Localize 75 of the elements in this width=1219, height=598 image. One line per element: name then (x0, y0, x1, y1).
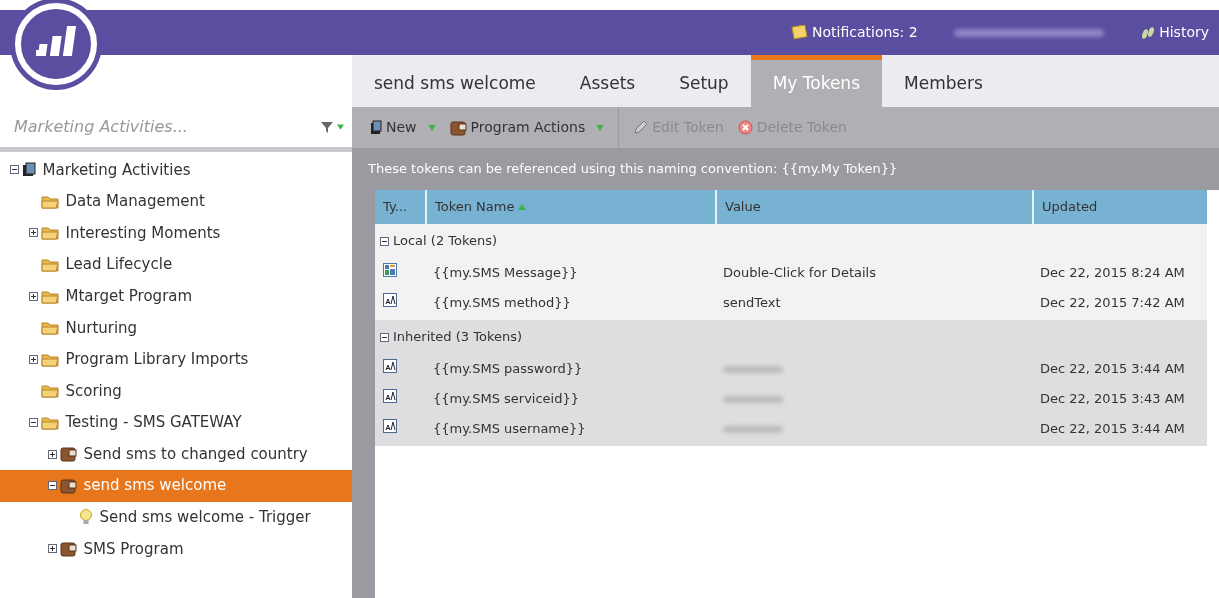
caret-icon (596, 124, 605, 131)
tab[interactable]: Assets (557, 55, 658, 107)
lightbulb-icon (79, 508, 93, 526)
column-header[interactable]: Ty... (375, 190, 425, 224)
folder-icon (41, 193, 59, 209)
folder-icon (41, 288, 59, 304)
tab[interactable]: Members (882, 55, 1005, 107)
folder-icon (41, 320, 59, 336)
grid-document-icon (383, 263, 397, 278)
table-cell: Double-Click for Details (723, 265, 876, 281)
tree-item[interactable]: Mtarget Program (0, 280, 352, 312)
text-document-icon (383, 389, 397, 404)
folder-icon (41, 225, 59, 241)
folder-icon (41, 415, 59, 431)
briefcase-icon (60, 540, 77, 557)
tree-item[interactable]: Lead Lifecycle (0, 248, 352, 281)
tab[interactable]: send sms welcome (352, 55, 558, 107)
tab[interactable]: Setup (657, 55, 751, 107)
info-text: These tokens can be referenced using this naming convention: {{my.My Token}} (352, 148, 1219, 190)
tree-item[interactable]: SMS Program (0, 533, 352, 565)
collapse-icon[interactable] (29, 418, 38, 428)
table-cell: {{my.SMS password}} (433, 361, 583, 377)
book-icon (370, 120, 382, 135)
collapse-icon[interactable] (380, 332, 389, 342)
sort-icon (518, 204, 526, 210)
table-cell: sendText (723, 295, 781, 311)
table-cell: {{my.SMS serviceid}} (433, 391, 579, 407)
collapse-icon[interactable] (48, 481, 57, 491)
group-label: Inherited (3 Tokens) (393, 328, 523, 347)
table-cell: Dec 22, 2015 8:24 AM (1040, 265, 1185, 281)
briefcase-icon (60, 477, 77, 494)
collapse-icon[interactable] (380, 236, 389, 246)
collapse-icon[interactable] (10, 165, 19, 175)
tree-item[interactable]: Program Library Imports (0, 343, 352, 376)
expand-icon[interactable] (29, 291, 38, 301)
folder-icon (41, 351, 59, 367)
table-cell: Dec 22, 2015 3:44 AM (1040, 361, 1185, 377)
tree-item[interactable]: Nurturing (0, 311, 352, 344)
expand-icon[interactable] (48, 449, 57, 459)
tree-item[interactable]: Data Management (0, 185, 352, 218)
history-link[interactable]: History (1139, 22, 1209, 43)
text-document-icon (383, 293, 397, 308)
tree-item[interactable]: Interesting Moments (0, 217, 352, 249)
notes-icon (791, 25, 809, 40)
tree-item[interactable]: Scoring (0, 375, 352, 407)
filter-icon[interactable] (319, 120, 344, 134)
folder-icon (41, 383, 59, 399)
caret-icon (427, 124, 436, 131)
search-field[interactable]: Marketing Activities... (12, 114, 320, 140)
tree-item[interactable]: Send sms to changed country (0, 438, 352, 470)
tree-item[interactable]: Marketing Activities (0, 154, 352, 186)
toolbar-button[interactable]: Program Actions (449, 117, 619, 138)
table-cell: Dec 22, 2015 3:43 AM (1040, 391, 1185, 407)
text-document-icon (383, 419, 397, 434)
briefcase-icon (60, 446, 77, 463)
delete-icon (737, 120, 753, 135)
table-cell: Dec 22, 2015 7:42 AM (1040, 295, 1185, 311)
expand-icon[interactable] (48, 544, 57, 554)
expand-icon[interactable] (29, 228, 38, 238)
tree-item[interactable]: Testing - SMS GATEWAY (0, 406, 352, 439)
table-cell: {{my.SMS username}} (433, 421, 586, 437)
footprints-icon (1139, 25, 1156, 40)
briefcase-icon (449, 119, 467, 136)
table-cell: {{my.SMS method}} (433, 295, 571, 311)
pencil-icon (633, 120, 649, 135)
book-icon (22, 162, 36, 178)
table-cell: Dec 22, 2015 3:44 AM (1040, 421, 1185, 437)
toolbar-button[interactable]: New (370, 117, 450, 138)
folder-icon (41, 257, 59, 273)
tree-item[interactable]: Send sms welcome - Trigger (0, 501, 352, 534)
text-document-icon (383, 359, 397, 374)
notifications-link[interactable]: Notifications: 2 (791, 22, 918, 43)
expand-icon[interactable] (29, 354, 38, 364)
table-cell: {{my.SMS Message}} (433, 265, 578, 281)
group-label: Local (2 Tokens) (393, 232, 498, 251)
